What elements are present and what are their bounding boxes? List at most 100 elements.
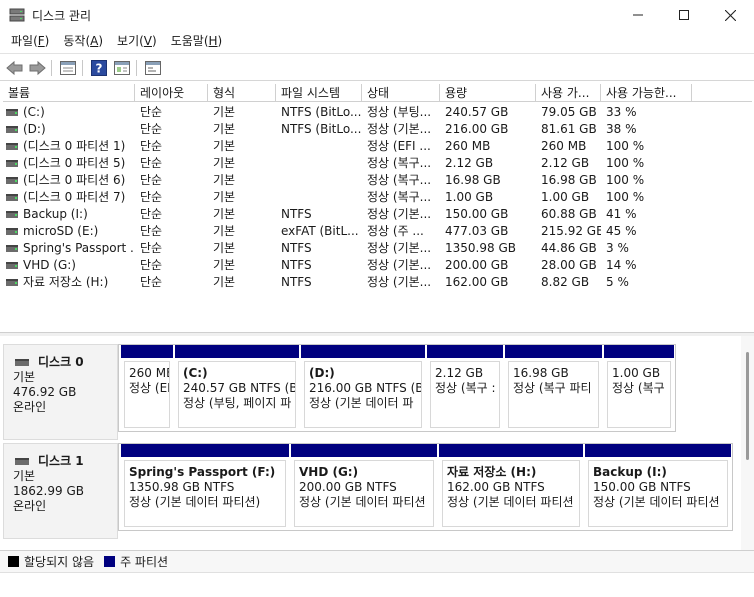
table-cell: 기본 bbox=[208, 206, 276, 223]
partition-block[interactable]: (C:) 240.57 GB NTFS (Bit 정상 (부팅, 페이지 파 bbox=[175, 345, 299, 431]
table-row[interactable]: microSD (E:) 단순 기본 exFAT (BitL... 정상 (주 ... 4… bbox=[3, 223, 752, 240]
table-cell: microSD (E:) bbox=[3, 223, 135, 240]
partition-block[interactable]: VHD (G:) 200.00 GB NTFS 정상 (기본 데이터 파티션 bbox=[291, 444, 437, 530]
cell-text: (C:) bbox=[23, 105, 45, 119]
table-cell: 정상 (복구... bbox=[362, 189, 440, 206]
menu-view[interactable]: 보기(V) bbox=[110, 30, 164, 52]
table-row[interactable]: (D:) 단순 기본 NTFS (BitLo... 정상 (기본... 216.00 GB… bbox=[3, 121, 752, 138]
partition-block[interactable]: 2.12 GB 정상 (복구 : bbox=[427, 345, 503, 431]
partition-name: Backup (I:) bbox=[593, 465, 667, 479]
forward-button[interactable] bbox=[27, 58, 47, 78]
table-row[interactable]: (디스크 0 파티션 5) 단순 기본 정상 (복구... 2.12 GB 2.12 GB… bbox=[3, 155, 752, 172]
table-cell: 기본 bbox=[208, 189, 276, 206]
back-button[interactable] bbox=[5, 58, 25, 78]
partition-body: 1.00 GB 정상 (복구 bbox=[607, 361, 671, 428]
table-cell: 2.12 GB bbox=[536, 155, 601, 172]
cell-text: 100 % bbox=[606, 190, 645, 204]
disk-label[interactable]: 디스크 0 기본 476.92 GB 온라인 bbox=[3, 344, 118, 440]
toolbar-separator bbox=[136, 60, 137, 76]
table-cell: 단순 bbox=[135, 138, 208, 155]
table-row[interactable]: (C:) 단순 기본 NTFS (BitLo... 정상 (부팅... 240.57 GB… bbox=[3, 104, 752, 121]
scrollbar-thumb[interactable] bbox=[746, 352, 749, 460]
table-row[interactable]: 자료 저장소 (H:) 단순 기본 NTFS 정상 (기본... 162.00 GB 8.8… bbox=[3, 274, 752, 291]
menu-file[interactable]: 파일(F) bbox=[4, 30, 56, 52]
cell-text: 28.00 GB bbox=[541, 258, 597, 272]
legend-label: 할당되지 않음 bbox=[24, 555, 95, 569]
table-cell: NTFS bbox=[276, 257, 362, 274]
menu-view-end: ) bbox=[152, 34, 157, 48]
table-cell: 41 % bbox=[601, 206, 692, 223]
column-header-free-space[interactable]: 사용 가... bbox=[536, 84, 601, 102]
menu-action[interactable]: 동작(A) bbox=[56, 30, 110, 52]
partition-name: (C:) bbox=[183, 366, 208, 380]
close-button[interactable] bbox=[707, 0, 753, 30]
table-cell: VHD (G:) bbox=[3, 257, 135, 274]
table-cell: 정상 (기본... bbox=[362, 257, 440, 274]
partition-block[interactable]: Backup (I:) 150.00 GB NTFS 정상 (기본 데이터 파티션 bbox=[585, 444, 731, 530]
table-row[interactable]: VHD (G:) 단순 기본 NTFS 정상 (기본... 200.00 GB 28.00 … bbox=[3, 257, 752, 274]
toolbar: ? bbox=[0, 53, 754, 81]
volume-icon bbox=[6, 211, 18, 218]
graphical-view-scrollbar[interactable] bbox=[741, 336, 754, 550]
menu-help[interactable]: 도움말(H) bbox=[164, 30, 230, 52]
table-row[interactable]: Spring's Passport ... 단순 기본 NTFS 정상 (기본... 13… bbox=[3, 240, 752, 257]
help-button[interactable]: ? bbox=[89, 58, 109, 78]
cell-text: 79.05 GB bbox=[541, 105, 597, 119]
properties-button[interactable] bbox=[58, 58, 78, 78]
cell-text: microSD (E:) bbox=[23, 224, 99, 238]
cell-text: 단순 bbox=[140, 258, 163, 272]
table-row[interactable]: (디스크 0 파티션 7) 단순 기본 정상 (복구... 1.00 GB 1.00 GB… bbox=[3, 189, 752, 206]
cell-text: 16.98 GB bbox=[541, 173, 597, 187]
table-cell: 14 % bbox=[601, 257, 692, 274]
minimize-button[interactable] bbox=[615, 0, 661, 30]
cell-text: (디스크 0 파티션 5) bbox=[23, 156, 126, 170]
disk-label[interactable]: 디스크 1 기본 1862.99 GB 온라인 bbox=[3, 443, 118, 539]
cell-text: NTFS bbox=[281, 241, 312, 255]
column-header-layout[interactable]: 레이아웃 bbox=[135, 84, 208, 102]
column-header-filesystem[interactable]: 파일 시스템 bbox=[276, 84, 362, 102]
table-cell: 단순 bbox=[135, 121, 208, 138]
table-cell: 44.86 GB bbox=[536, 240, 601, 257]
table-cell: 200.00 GB bbox=[440, 257, 536, 274]
cell-text: Backup (I:) bbox=[23, 207, 88, 221]
partition-body: 2.12 GB 정상 (복구 : bbox=[430, 361, 500, 428]
legend-item-primary: 주 파티션 bbox=[104, 553, 168, 570]
show-pane-button[interactable] bbox=[143, 58, 163, 78]
column-header-percent-free[interactable]: 사용 가능한... bbox=[601, 84, 692, 102]
column-header-volume[interactable]: 볼륨 bbox=[3, 84, 135, 102]
partition-block[interactable]: 260 MB정상 (EFI bbox=[121, 345, 173, 431]
partition-body: Backup (I:) 150.00 GB NTFS 정상 (기본 데이터 파티션 bbox=[588, 460, 728, 527]
menu-file-end: ) bbox=[44, 34, 50, 48]
column-header-type[interactable]: 형식 bbox=[208, 84, 276, 102]
table-cell: Spring's Passport ... bbox=[3, 240, 135, 257]
partition-block[interactable]: 16.98 GB 정상 (복구 파티 bbox=[505, 345, 602, 431]
partition-bar bbox=[439, 444, 583, 457]
disk-type: 기본 bbox=[13, 370, 36, 384]
table-cell: 정상 (기본... bbox=[362, 240, 440, 257]
partition-block[interactable]: (D:) 216.00 GB NTFS (Bit 정상 (기본 데이터 파 bbox=[301, 345, 425, 431]
volume-list[interactable]: 볼륨 레이아웃 형식 파일 시스템 상태 용량 사용 가... 사용 가능한..… bbox=[3, 84, 752, 332]
partition-block[interactable]: Spring's Passport (F:) 1350.98 GB NTFS 정상 … bbox=[121, 444, 289, 530]
table-cell: 216.00 GB bbox=[440, 121, 536, 138]
cell-text: 33 % bbox=[606, 105, 637, 119]
partition-bar bbox=[121, 444, 289, 457]
column-header-status[interactable]: 상태 bbox=[362, 84, 440, 102]
console-button[interactable] bbox=[112, 58, 132, 78]
cell-text: 16.98 GB bbox=[445, 173, 501, 187]
partition-status: 정상 (기본 데이터 파티션) bbox=[129, 495, 261, 509]
maximize-button[interactable] bbox=[661, 0, 707, 30]
partition-name: 자료 저장소 (H:) bbox=[447, 465, 537, 479]
partition-block[interactable]: 자료 저장소 (H:) 162.00 GB NTFS 정상 (기본 데이터 파티션 bbox=[439, 444, 583, 530]
title-bar: 디스크 관리 bbox=[0, 0, 754, 30]
cell-text: 정상 (기본... bbox=[367, 275, 432, 289]
menu-file-key: F bbox=[37, 34, 45, 48]
column-header-capacity[interactable]: 용량 bbox=[440, 84, 536, 102]
table-row[interactable]: Backup (I:) 단순 기본 NTFS 정상 (기본... 150.00 GB 60.… bbox=[3, 206, 752, 223]
table-row[interactable]: (디스크 0 파티션 6) 단순 기본 정상 (복구... 16.98 GB 16.98 … bbox=[3, 172, 752, 189]
table-cell: (디스크 0 파티션 5) bbox=[3, 155, 135, 172]
table-row[interactable]: (디스크 0 파티션 1) 단순 기본 정상 (EFI ... 260 MB 260 MB… bbox=[3, 138, 752, 155]
cell-text: 기본 bbox=[213, 105, 236, 119]
table-cell: 45 % bbox=[601, 223, 692, 240]
partition-block[interactable]: 1.00 GB 정상 (복구 bbox=[604, 345, 674, 431]
partition-body: Spring's Passport (F:) 1350.98 GB NTFS 정상 … bbox=[124, 460, 286, 527]
